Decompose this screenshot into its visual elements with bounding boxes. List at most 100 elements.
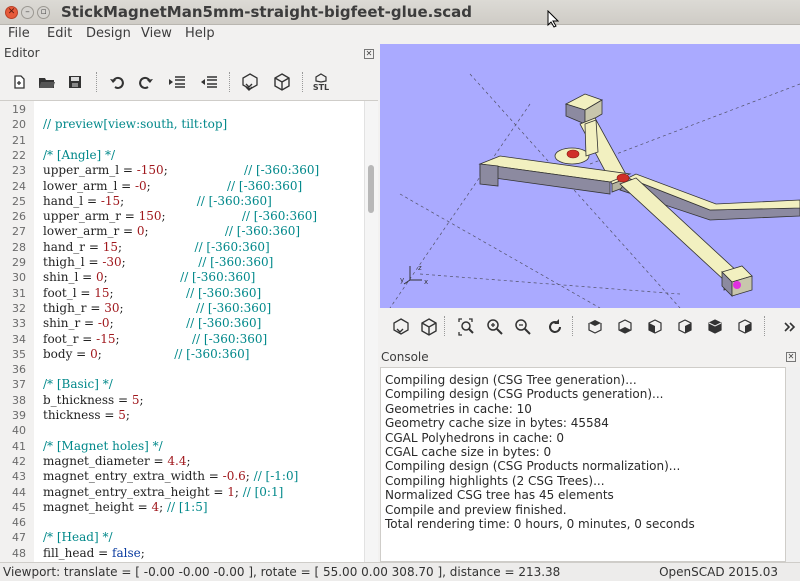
export-stl-icon[interactable]: STL xyxy=(309,70,333,94)
zoom-out-icon[interactable] xyxy=(512,316,534,338)
zoom-all-icon[interactable] xyxy=(456,316,478,338)
code-editor[interactable]: 19 20 // preview[view:south, tilt:top] 21 22… xyxy=(0,100,378,562)
preview-icon[interactable] xyxy=(238,70,262,94)
view-bottom-icon[interactable] xyxy=(614,316,636,338)
editor-scrollbar[interactable] xyxy=(364,101,378,562)
code-comment: /* [Basic] */ xyxy=(43,377,113,392)
console-scrollbar[interactable] xyxy=(786,367,800,562)
code-line[interactable]: 22 /* [Angle] */ xyxy=(0,148,360,163)
line-number: 29 xyxy=(12,256,26,269)
editor-scrollbar-thumb[interactable] xyxy=(368,165,374,213)
code-line[interactable]: 21 xyxy=(0,133,360,148)
new-file-icon[interactable] xyxy=(7,70,31,94)
code-text: thickness = 5; xyxy=(43,408,130,423)
console-line: Geometries in cache: 10 xyxy=(385,401,532,416)
render-icon[interactable] xyxy=(270,70,294,94)
code-number: -0 xyxy=(134,178,147,193)
3d-viewport[interactable]: z x y xyxy=(380,44,800,308)
menu-help[interactable]: Help xyxy=(185,26,215,41)
code-comment: /* [Angle] */ xyxy=(43,147,116,162)
more-icon[interactable] xyxy=(778,316,800,338)
code-line[interactable]: 45 magnet_height = 4; // [1:5] xyxy=(0,500,360,515)
code-line[interactable]: 28 hand_r = 15; // [-360:360] xyxy=(0,240,360,255)
code-comment: // [-360:360] xyxy=(194,239,270,254)
code-token: lower_arm_l = xyxy=(43,178,135,193)
zoom-in-icon[interactable] xyxy=(484,316,506,338)
code-line[interactable]: 30 shin_l = 0; // [-360:360] xyxy=(0,270,360,285)
code-line[interactable]: 43 magnet_entry_extra_width = -0.6; // [-… xyxy=(0,469,360,484)
code-line[interactable]: 42 magnet_diameter = 4.4; xyxy=(0,454,360,469)
code-line[interactable]: 40 xyxy=(0,423,360,438)
code-number: -15 xyxy=(96,331,116,346)
code-line[interactable]: 46 xyxy=(0,515,360,530)
undo-icon[interactable] xyxy=(105,70,129,94)
code-line[interactable]: 24 lower_arm_l = -0; // [-360:360] xyxy=(0,179,360,194)
redo-icon[interactable] xyxy=(134,70,158,94)
toolbar-separator xyxy=(572,316,573,336)
view-back-icon[interactable] xyxy=(734,316,756,338)
code-line[interactable]: 47 /* [Head] */ xyxy=(0,530,360,545)
line-number: 41 xyxy=(12,439,26,453)
editor-close-icon[interactable]: ✕ xyxy=(364,49,374,59)
menu-design[interactable]: Design xyxy=(86,26,131,41)
line-number: 23 xyxy=(12,164,26,178)
view-left-icon[interactable] xyxy=(644,316,666,338)
view-top-icon[interactable] xyxy=(584,316,606,338)
line-number: 37 xyxy=(12,378,26,392)
code-line[interactable]: 26 upper_arm_r = 150; // [-360:360] xyxy=(0,209,360,224)
line-number: 43 xyxy=(12,470,26,484)
code-token: ; xyxy=(121,255,199,269)
preview-icon[interactable] xyxy=(390,316,412,338)
code-line[interactable]: 33 shin_r = -0; // [-360:360] xyxy=(0,316,360,331)
view-right-icon[interactable] xyxy=(674,316,696,338)
code-text: hand_l = -15; // [-360:360] xyxy=(43,194,272,209)
save-icon[interactable] xyxy=(63,70,87,94)
code-number: 1 xyxy=(227,484,235,499)
code-line[interactable]: 34 foot_r = -15; // [-360:360] xyxy=(0,332,360,347)
console-line: Compiling design (CSG Products normaliza… xyxy=(385,459,681,474)
minimize-window-icon[interactable]: – xyxy=(21,6,34,19)
view-front-icon[interactable] xyxy=(704,316,726,338)
code-line[interactable]: 48 fill_head = false; xyxy=(0,546,360,561)
code-line[interactable]: 35 body = 0; // [-360:360] xyxy=(0,347,360,362)
line-number: 45 xyxy=(12,500,26,514)
code-token: thigh_r = xyxy=(43,300,105,315)
console-line: Normalized CSG tree has 45 elements xyxy=(385,488,614,503)
line-number: 21 xyxy=(12,133,26,147)
code-line[interactable]: 32 thigh_r = 30; // [-360:360] xyxy=(0,301,360,316)
code-line[interactable]: 31 foot_l = 15; // [-360:360] xyxy=(0,286,360,301)
code-token: thickness = xyxy=(43,408,119,422)
menu-file[interactable]: File xyxy=(8,26,30,41)
reset-view-icon[interactable] xyxy=(544,316,566,338)
render-icon[interactable] xyxy=(418,316,440,338)
code-line[interactable]: 25 hand_l = -15; // [-360:360] xyxy=(0,194,360,209)
indent-icon[interactable] xyxy=(165,70,189,94)
close-window-icon[interactable]: ✕ xyxy=(5,6,18,19)
code-token: magnet_entry_extra_height = xyxy=(43,484,228,499)
code-line[interactable]: 29 thigh_l = -30; // [-360:360] xyxy=(0,255,360,270)
code-text: lower_arm_r = 0; // [-360:360] xyxy=(43,224,300,239)
code-line[interactable]: 36 xyxy=(0,362,360,377)
maximize-window-icon[interactable]: ▫ xyxy=(37,6,50,19)
editor-toolbar: STL xyxy=(0,64,378,100)
code-line[interactable]: 39 thickness = 5; xyxy=(0,408,360,423)
console-header: Console ✕ xyxy=(380,346,800,366)
code-number: 30 xyxy=(104,300,120,315)
code-line[interactable]: 44 magnet_entry_extra_height = 1; // [0:1… xyxy=(0,485,360,500)
code-line[interactable]: 38 b_thickness = 5; xyxy=(0,393,360,408)
code-line[interactable]: 20 // preview[view:south, tilt:top] xyxy=(0,117,360,132)
unindent-icon[interactable] xyxy=(197,70,221,94)
menu-view[interactable]: View xyxy=(141,26,172,41)
code-line[interactable]: 23 upper_arm_l = -150; // [-360:360] xyxy=(0,163,360,178)
code-line[interactable]: 19 xyxy=(0,102,360,117)
line-number: 35 xyxy=(12,347,26,361)
code-text: upper_arm_r = 150; // [-360:360] xyxy=(43,209,317,224)
code-token: ; xyxy=(186,453,191,468)
console-close-icon[interactable]: ✕ xyxy=(786,352,796,362)
code-line[interactable]: 37 /* [Basic] */ xyxy=(0,377,360,392)
code-line[interactable]: 41 /* [Magnet holes] */ xyxy=(0,439,360,454)
menu-edit[interactable]: Edit xyxy=(47,26,72,41)
console-output[interactable]: Compiling design (CSG Tree generation)..… xyxy=(380,367,786,562)
code-line[interactable]: 27 lower_arm_r = 0; // [-360:360] xyxy=(0,224,360,239)
open-file-icon[interactable] xyxy=(35,70,59,94)
